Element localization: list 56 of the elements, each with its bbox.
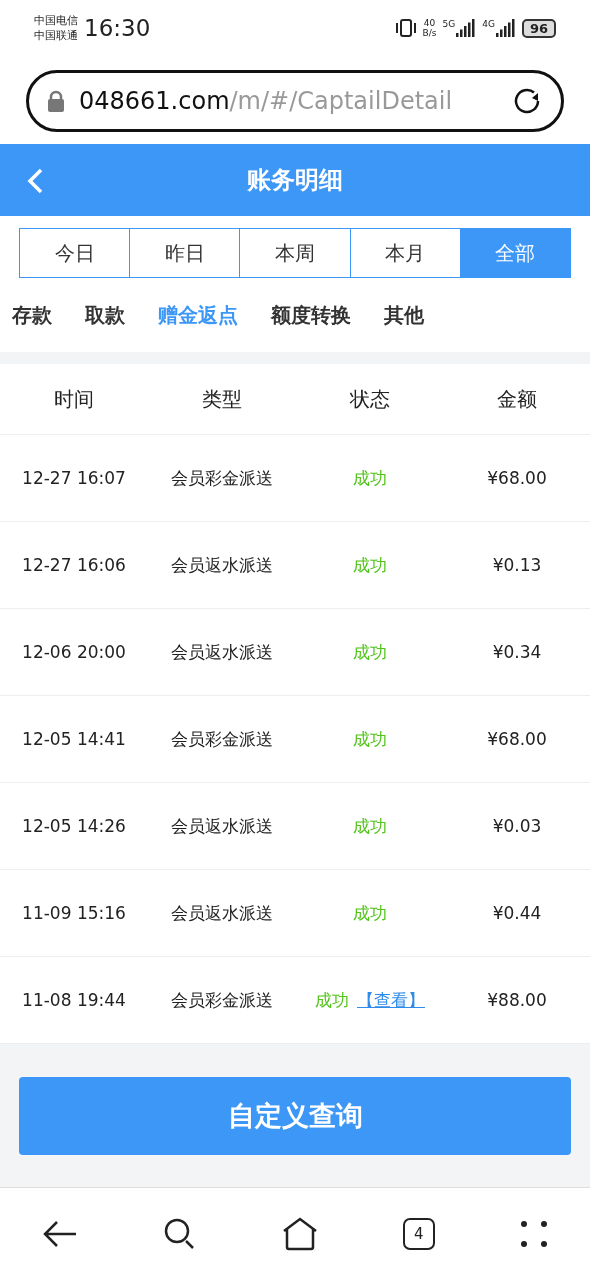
column-header: 金额: [496, 385, 538, 413]
category-tab[interactable]: 存款: [12, 301, 52, 329]
table-cell-text: ¥0.13: [491, 555, 543, 575]
back-icon[interactable]: [42, 1219, 79, 1249]
table-cell-text: 会员彩金派送: [170, 466, 274, 490]
table-cell-text: 会员返水派送: [170, 640, 274, 664]
status-text: 成功: [353, 553, 387, 577]
menu-icon[interactable]: [519, 1220, 548, 1248]
status-text: 成功: [353, 901, 387, 925]
lock-icon: [47, 90, 65, 112]
carrier-name: 中国联通: [34, 28, 78, 43]
table-cell-text: 会员彩金派送: [170, 988, 274, 1012]
column-header: 时间: [53, 385, 95, 413]
page-title: 账务明细: [247, 165, 343, 196]
battery-level: 96: [521, 18, 556, 38]
network-type: 5G: [442, 19, 456, 29]
vibrate-icon: [394, 18, 417, 38]
category-tab[interactable]: 取款: [85, 301, 125, 329]
table-cell-text: 会员返水派送: [170, 553, 274, 577]
tabs-button[interactable]: 4: [402, 1218, 435, 1250]
table-cell-text: 会员返水派送: [170, 814, 274, 838]
table-cell-text: 11-08 19:44: [21, 990, 127, 1010]
url-text: 048661.com/m/#/CaptailDetail: [79, 87, 454, 115]
home-icon[interactable]: [282, 1217, 318, 1251]
table-cell-text: ¥0.44: [491, 903, 543, 923]
status-text: 成功: [353, 640, 387, 664]
network-speed: 40: [422, 18, 437, 28]
network-speed: B/s: [422, 28, 437, 38]
table-cell-text: 12-27 16:07: [21, 468, 127, 488]
table-cell-text: ¥0.34: [491, 642, 543, 662]
category-tab[interactable]: 额度转换: [271, 301, 351, 329]
table-cell-text: ¥68.00: [486, 468, 548, 488]
status-text: 成功: [353, 814, 387, 838]
carrier-name: 中国电信: [34, 13, 78, 28]
network-type: 4G: [482, 19, 495, 29]
column-header: 状态: [349, 385, 391, 413]
status-text: 成功: [315, 988, 349, 1012]
signal-icon: [495, 19, 516, 37]
signal-icon: [456, 19, 477, 37]
category-tab[interactable]: 其他: [384, 301, 424, 329]
clock: 16:30: [84, 15, 151, 41]
table-cell-text: 会员返水派送: [170, 901, 274, 925]
table-cell-text: ¥0.03: [491, 816, 543, 836]
column-header: 类型: [201, 385, 243, 413]
status-text: 成功: [353, 727, 387, 751]
status-text: 成功: [353, 466, 387, 490]
table-cell-text: ¥68.00: [486, 729, 548, 749]
table-cell-text: ¥88.00: [486, 990, 548, 1010]
table-cell-text: 会员彩金派送: [170, 727, 274, 751]
table-cell-text: 12-06 20:00: [21, 642, 127, 662]
table-cell-text: 12-05 14:26: [21, 816, 127, 836]
view-link[interactable]: 【查看】: [357, 988, 425, 1012]
table-cell-text: 12-05 14:41: [21, 729, 127, 749]
table-cell-text: 12-27 16:06: [21, 555, 127, 575]
table-cell-text: 11-09 15:16: [21, 903, 127, 923]
address-bar[interactable]: 048661.com/m/#/CaptailDetail: [26, 70, 564, 132]
